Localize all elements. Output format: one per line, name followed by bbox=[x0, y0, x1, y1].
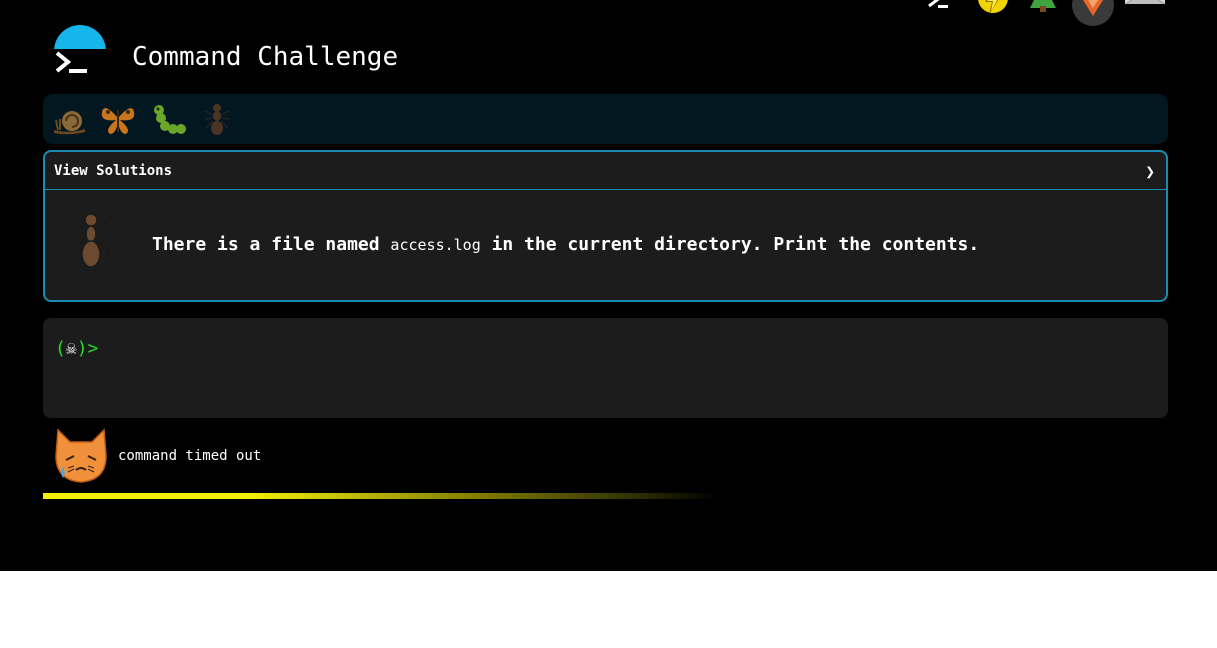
mail-icon[interactable] bbox=[1124, 0, 1166, 16]
view-solutions-label: View Solutions bbox=[54, 163, 173, 179]
challenge-filename: access.log bbox=[390, 236, 481, 254]
timeout-progress-bar bbox=[43, 493, 1168, 499]
terminal[interactable]: (☠)> bbox=[43, 318, 1168, 418]
snail-icon[interactable] bbox=[51, 102, 87, 136]
terminal-prompt-icon bbox=[55, 51, 87, 73]
challenge-text-end: in the current directory. Print the cont… bbox=[480, 234, 980, 255]
ant-icon[interactable] bbox=[199, 102, 235, 136]
challenge-text-start: There is a file named bbox=[152, 234, 391, 255]
prompt-close: )> bbox=[76, 338, 99, 359]
app-logo[interactable] bbox=[54, 25, 106, 79]
terminal-icon[interactable] bbox=[926, 0, 950, 12]
crying-cat-icon bbox=[55, 428, 107, 483]
view-solutions-toggle[interactable]: View Solutions ❯ bbox=[45, 152, 1166, 190]
top-icon-bar bbox=[920, 0, 1170, 26]
challenge-panel: View Solutions ❯ There is a file named a… bbox=[43, 150, 1168, 302]
page-title: Command Challenge bbox=[132, 42, 399, 72]
profile-badge-icon[interactable] bbox=[1072, 0, 1114, 26]
lightning-bolt-icon[interactable] bbox=[976, 0, 1010, 16]
tree-icon[interactable] bbox=[1028, 0, 1058, 14]
progress-fill bbox=[43, 493, 718, 499]
terminal-input[interactable] bbox=[115, 336, 1159, 364]
terminal-prompt: (☠)> bbox=[55, 338, 98, 360]
status-message: command timed out bbox=[118, 448, 262, 464]
app-window: Command Challenge View Solutions ❯ There… bbox=[0, 0, 1217, 571]
chevron-right-icon: ❯ bbox=[1145, 162, 1155, 181]
challenge-description: There is a file named access.log in the … bbox=[152, 234, 979, 256]
prompt-open: ( bbox=[55, 338, 66, 359]
level-bar bbox=[43, 94, 1168, 144]
caterpillar-icon[interactable] bbox=[151, 102, 187, 136]
ant-icon bbox=[66, 210, 116, 268]
butterfly-icon[interactable] bbox=[100, 102, 136, 136]
skull-icon: ☠ bbox=[65, 338, 77, 359]
